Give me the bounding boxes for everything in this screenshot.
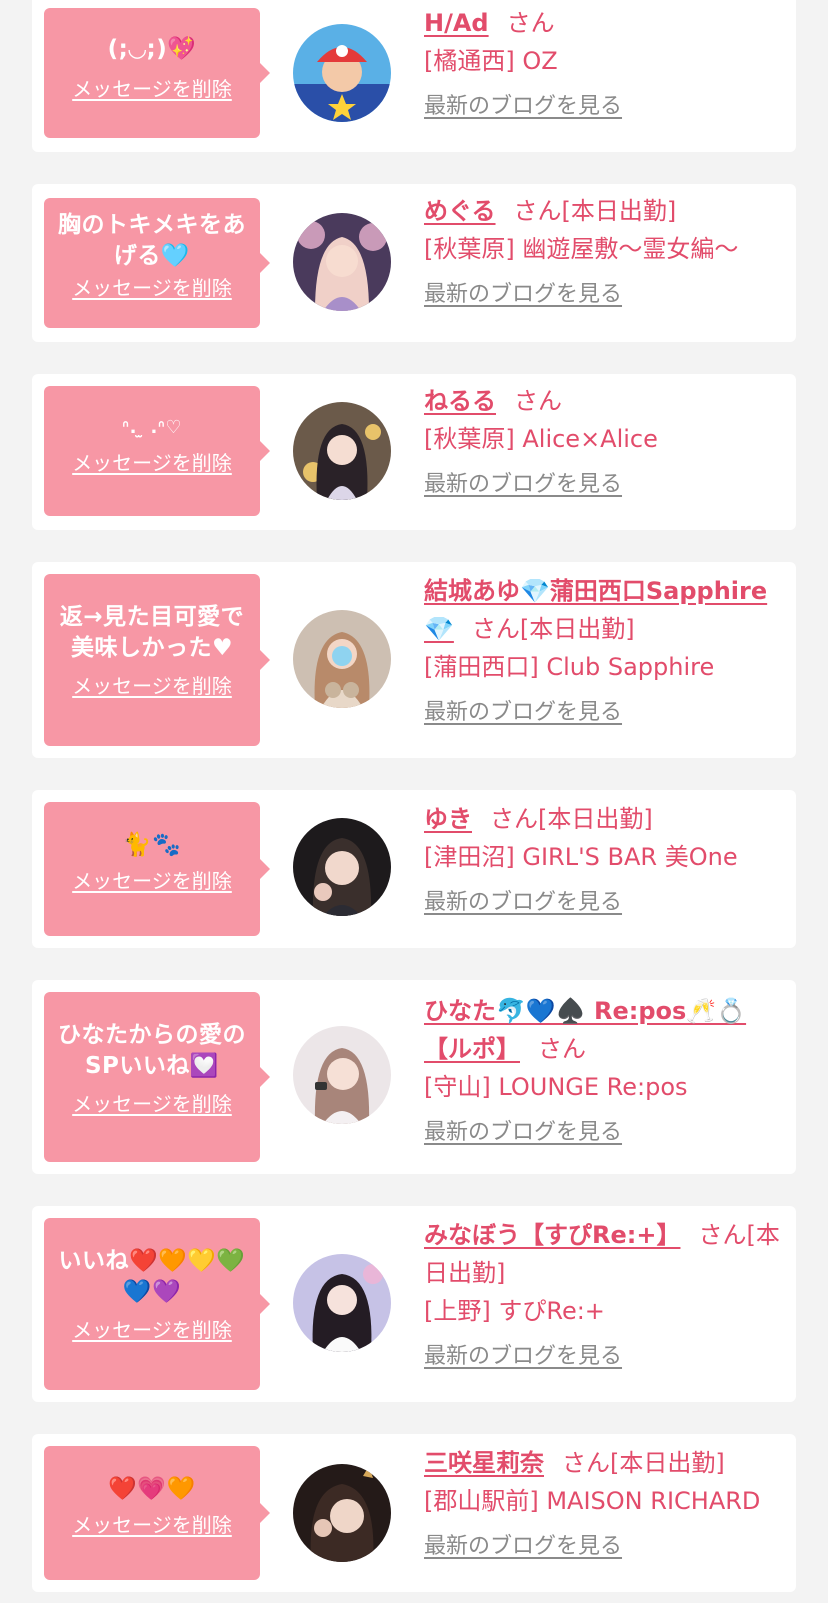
shop-name: [秋葉原] 幽遊屋敷〜霊女編〜 bbox=[424, 235, 739, 263]
user-name-link[interactable]: ねるる bbox=[424, 387, 496, 415]
latest-blog-link[interactable]: 最新のブログを見る bbox=[424, 1532, 622, 1562]
list-item: ❤️💗🧡 メッセージを削除 三咲星莉奈 さん[本日出勤] [郡山駅前] MAISO… bbox=[32, 1434, 796, 1592]
user-name-link[interactable]: ゆき bbox=[424, 805, 472, 833]
message-bubble: ᐢ. ̫ .ᐢ♡ メッセージを削除 bbox=[44, 386, 270, 516]
avatar-image bbox=[293, 402, 391, 500]
message-text: (;◡;)💖 bbox=[107, 36, 197, 62]
user-name-link[interactable]: H/Ad bbox=[424, 9, 489, 37]
message-bubble: 胸のトキメキをあげる🩵 メッセージを削除 bbox=[44, 198, 270, 328]
list-item: 返→見た目可愛で美味しかった♥ メッセージを削除 結城あゆ💎蒲田西口Sapphi… bbox=[32, 562, 796, 758]
message-text: ひなたからの愛のSPいいね💟 bbox=[58, 1022, 246, 1079]
latest-blog-link[interactable]: 最新のブログを見る bbox=[424, 470, 622, 500]
status-badge: [本日出勤] bbox=[610, 1449, 725, 1477]
message-bubble: 🐈🐾 メッセージを削除 bbox=[44, 802, 270, 936]
latest-blog-link[interactable]: 最新のブログを見る bbox=[424, 698, 622, 728]
honorific: さん bbox=[562, 1449, 610, 1477]
shop-name: [守山] LOUNGE Re:pos bbox=[424, 1073, 688, 1101]
message-text: 🐈🐾 bbox=[122, 832, 182, 858]
shop-name: [蒲田西口] Club Sapphire bbox=[424, 653, 715, 681]
shop-name: [郡山駅前] MAISON RICHARD bbox=[424, 1487, 761, 1515]
honorific: さん bbox=[506, 9, 555, 37]
message-text: いいね❤️🧡💛💚💙💜 bbox=[58, 1248, 246, 1305]
honorific: さん bbox=[490, 805, 538, 833]
message-bubble: 返→見た目可愛で美味しかった♥ メッセージを削除 bbox=[44, 574, 270, 746]
shop-name: [津田沼] GIRL'S BAR 美One bbox=[424, 843, 738, 871]
avatar-image bbox=[293, 1254, 391, 1352]
delete-message-link[interactable]: メッセージを削除 bbox=[72, 869, 232, 893]
delete-message-link[interactable]: メッセージを削除 bbox=[72, 674, 232, 698]
avatar-image bbox=[293, 610, 391, 708]
delete-message-link[interactable]: メッセージを削除 bbox=[72, 451, 232, 475]
delete-message-link[interactable]: メッセージを削除 bbox=[72, 1092, 232, 1116]
favorites-list: (;◡;)💖 メッセージを削除 H/Ad さん [橘通西] OZ 最新のブログを見… bbox=[0, 0, 828, 1603]
user-name-link[interactable]: みなぼう【すぴRe:+】 bbox=[424, 1221, 680, 1249]
avatar-image bbox=[293, 1026, 391, 1124]
avatar-image bbox=[293, 213, 391, 311]
latest-blog-link[interactable]: 最新のブログを見る bbox=[424, 1118, 622, 1148]
avatar[interactable] bbox=[293, 818, 391, 916]
delete-message-link[interactable]: メッセージを削除 bbox=[72, 77, 232, 101]
avatar[interactable] bbox=[293, 402, 391, 500]
list-item: いいね❤️🧡💛💚💙💜 メッセージを削除 みなぼう【すぴRe:+】 さん[本日出勤]… bbox=[32, 1206, 796, 1402]
list-item: (;◡;)💖 メッセージを削除 H/Ad さん [橘通西] OZ 最新のブログを見… bbox=[32, 0, 796, 152]
honorific: さん bbox=[514, 387, 562, 415]
status-badge: [本日出勤] bbox=[538, 805, 653, 833]
avatar-image bbox=[293, 1464, 391, 1562]
message-bubble: (;◡;)💖 メッセージを削除 bbox=[44, 8, 270, 138]
latest-blog-link[interactable]: 最新のブログを見る bbox=[424, 888, 622, 918]
honorific: さん bbox=[698, 1221, 747, 1249]
honorific: さん bbox=[538, 1035, 586, 1063]
avatar[interactable] bbox=[293, 1464, 391, 1562]
list-item: 🐈🐾 メッセージを削除 ゆき さん[本日出勤] [津田沼] GIRL'S BAR … bbox=[32, 790, 796, 948]
avatar[interactable] bbox=[293, 610, 391, 708]
message-bubble: ❤️💗🧡 メッセージを削除 bbox=[44, 1446, 270, 1580]
avatar[interactable] bbox=[293, 1254, 391, 1352]
message-text: 返→見た目可愛で美味しかった♥ bbox=[59, 604, 245, 661]
latest-blog-link[interactable]: 最新のブログを見る bbox=[424, 280, 622, 310]
message-text: 胸のトキメキをあげる🩵 bbox=[58, 212, 246, 269]
status-badge: [本日出勤] bbox=[519, 615, 635, 643]
message-bubble: いいね❤️🧡💛💚💙💜 メッセージを削除 bbox=[44, 1218, 270, 1390]
user-name-link[interactable]: 三咲星莉奈 bbox=[424, 1449, 544, 1477]
avatar[interactable] bbox=[293, 24, 391, 122]
avatar-image bbox=[293, 818, 391, 916]
honorific: さん bbox=[471, 615, 520, 643]
avatar[interactable] bbox=[293, 1026, 391, 1124]
delete-message-link[interactable]: メッセージを削除 bbox=[72, 1513, 232, 1537]
delete-message-link[interactable]: メッセージを削除 bbox=[72, 276, 232, 300]
honorific: さん bbox=[513, 197, 562, 225]
latest-blog-link[interactable]: 最新のブログを見る bbox=[424, 1342, 622, 1372]
shop-name: [橘通西] OZ bbox=[424, 47, 558, 75]
message-text: ᐢ. ̫ .ᐢ♡ bbox=[121, 417, 183, 438]
avatar[interactable] bbox=[293, 213, 391, 311]
message-bubble: ひなたからの愛のSPいいね💟 メッセージを削除 bbox=[44, 992, 270, 1162]
list-item: 胸のトキメキをあげる🩵 メッセージを削除 めぐる さん[本日出勤] [秋葉原] 幽… bbox=[32, 184, 796, 342]
status-badge: [本日出勤] bbox=[561, 197, 677, 225]
delete-message-link[interactable]: メッセージを削除 bbox=[72, 1318, 232, 1342]
list-item: ひなたからの愛のSPいいね💟 メッセージを削除 ひなた🐬💙♠️ Re:pos🥂💍… bbox=[32, 980, 796, 1174]
message-text: ❤️💗🧡 bbox=[108, 1476, 196, 1502]
avatar-image bbox=[293, 24, 391, 122]
shop-name: [上野] すぴRe:+ bbox=[424, 1297, 605, 1325]
user-name-link[interactable]: めぐる bbox=[424, 197, 496, 225]
shop-name: [秋葉原] Alice×Alice bbox=[424, 425, 658, 453]
latest-blog-link[interactable]: 最新のブログを見る bbox=[424, 92, 622, 122]
list-item: ᐢ. ̫ .ᐢ♡ メッセージを削除 ねるる さん [秋葉原] Alice×Alic… bbox=[32, 374, 796, 530]
